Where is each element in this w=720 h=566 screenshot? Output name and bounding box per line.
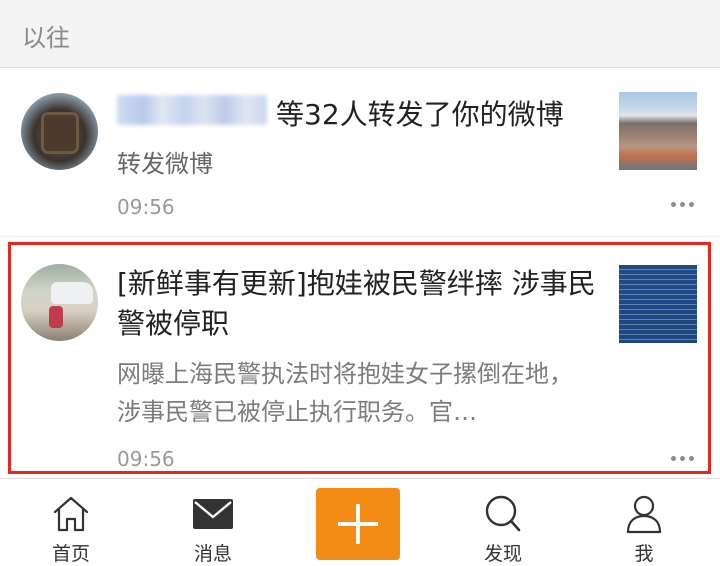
thumbnail-image[interactable] — [619, 92, 697, 170]
notification-item-news[interactable]: [新鲜事有更新]抱娃被民警绊摔 涉事民警被停职 网曝上海民警执法时将抱娃女子摞倒… — [0, 238, 720, 478]
home-icon — [53, 496, 89, 532]
notification-title: 等32人转发了你的微博 — [276, 98, 564, 131]
notification-title: [新鲜事有更新]抱娃被民警绊摔 涉事民警被停职 — [117, 267, 596, 340]
avatar[interactable] — [21, 264, 98, 341]
avatar[interactable] — [21, 93, 98, 170]
mail-icon — [193, 499, 233, 529]
search-icon — [485, 495, 521, 532]
tab-label: 发现 — [483, 543, 522, 565]
notification-description: 网曝上海民警执法时将抱娃女子摞倒在地，涉事民警已被停止执行职务。官… — [117, 360, 573, 426]
tab-label: 我 — [634, 543, 654, 565]
bottom-tab-bar: 首页 消息 发现 我 — [0, 478, 720, 565]
tab-messages[interactable]: 消息 — [163, 489, 263, 565]
tab-label: 首页 — [51, 543, 90, 565]
notification-time: 09:56 — [117, 195, 175, 219]
person-icon — [626, 495, 662, 534]
notification-subtitle: 转发微博 — [117, 150, 213, 178]
thumbnail-image[interactable] — [619, 265, 697, 343]
section-title: 以往 — [22, 24, 70, 52]
more-options-icon[interactable] — [671, 202, 695, 208]
notification-time: 09:56 — [117, 447, 175, 471]
blurred-username — [117, 95, 267, 125]
tab-home[interactable]: 首页 — [21, 489, 121, 565]
tab-discover[interactable]: 发现 — [453, 489, 553, 565]
section-header: 以往 — [0, 0, 720, 68]
compose-button[interactable] — [316, 488, 400, 560]
tab-me[interactable]: 我 — [594, 489, 694, 565]
notification-item-repost[interactable]: 等32人转发了你的微博 转发微博 09:56 — [0, 69, 720, 237]
more-options-icon[interactable] — [671, 456, 695, 462]
tab-label: 消息 — [193, 543, 232, 565]
